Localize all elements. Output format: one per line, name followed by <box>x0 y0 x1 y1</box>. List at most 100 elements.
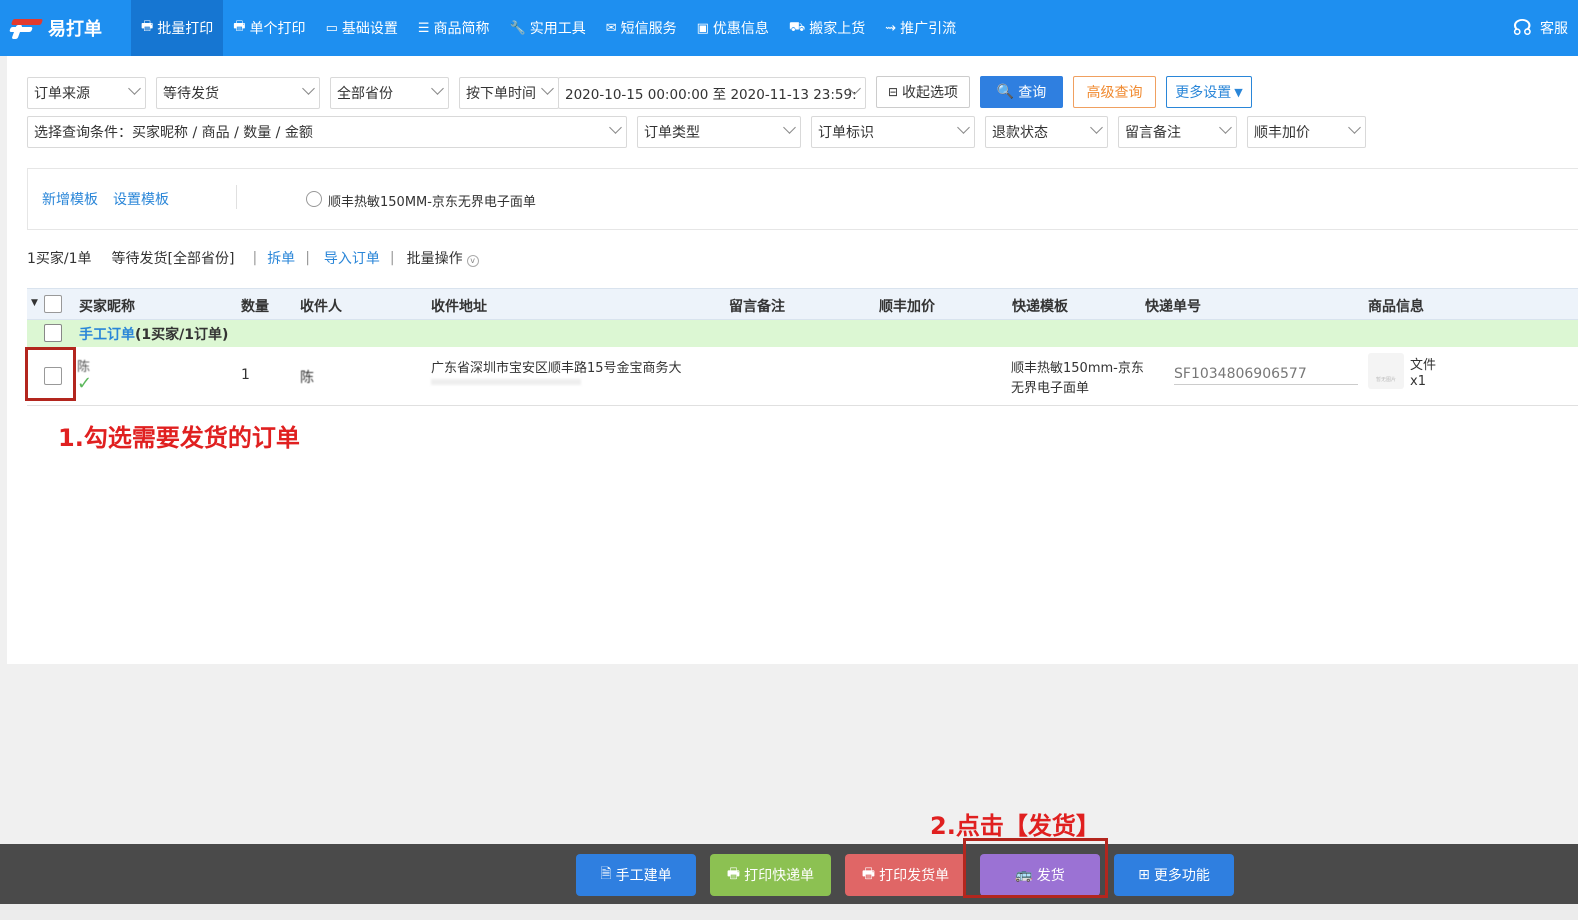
divider: | <box>389 250 395 266</box>
chevron-down-icon <box>1348 121 1361 134</box>
nav-single-print[interactable]: 🖶 单个打印 <box>223 0 315 56</box>
refund-status-select[interactable]: 退款状态 <box>985 116 1108 148</box>
col-template: 快递模板 <box>1012 299 1068 315</box>
blurred-text <box>431 379 581 385</box>
highlight-box <box>25 347 76 401</box>
split-order-link[interactable]: 拆单 <box>267 248 295 268</box>
template-box: 新增模板 设置模板 顺丰热敏150MM-京东无界电子面单 <box>27 168 1578 230</box>
col-tracking: 快递单号 <box>1145 299 1201 315</box>
template-line1: 顺丰热敏150mm-京东 <box>1011 361 1144 376</box>
nav-sms[interactable]: ✉ 短信服务 <box>596 0 687 56</box>
nav-basic-settings[interactable]: ▭ 基础设置 <box>316 0 408 56</box>
chevron-down-icon <box>302 82 315 95</box>
wrench-icon: 🔧 <box>509 20 526 36</box>
chevron-down-icon <box>957 121 970 134</box>
tracking-number-input[interactable]: SF1034806906577 <box>1174 366 1358 385</box>
divider: | <box>252 250 258 266</box>
group-row: 手工订单(1买家/1订单) <box>27 320 1578 347</box>
monitor-icon: ▭ <box>325 20 338 36</box>
nav-tools[interactable]: 🔧 实用工具 <box>500 0 596 56</box>
qty-cell: 1 <box>241 367 250 383</box>
order-source-select[interactable]: 订单来源 <box>27 77 146 109</box>
manual-order-button[interactable]: 🗎 手工建单 <box>576 854 696 896</box>
query-button[interactable]: 🔍 查询 <box>980 76 1063 108</box>
remark-select[interactable]: 留言备注 <box>1118 116 1237 148</box>
document-icon: 🗎 <box>600 866 612 882</box>
list-icon: ☰ <box>417 20 430 36</box>
nav-promo[interactable]: ▣ 优惠信息 <box>687 0 779 56</box>
advanced-query-button[interactable]: 高级查询 <box>1073 76 1156 108</box>
highlight-box <box>963 838 1108 898</box>
table-row[interactable]: 陈 ✓ 1 陈 广东省深圳市宝安区顺丰路15号金宝商务大 顺丰热敏150mm-京… <box>27 347 1578 406</box>
col-remark: 留言备注 <box>729 299 785 315</box>
chevron-down-icon <box>783 121 796 134</box>
more-settings-button[interactable]: 更多设置 ▼ <box>1166 76 1252 108</box>
step1-annotation: 1.勾选需要发货的订单 <box>58 424 300 452</box>
step2-annotation: 2.点击【发货】 <box>930 812 1100 840</box>
address-cell: 广东省深圳市宝安区顺丰路15号金宝商务大 <box>431 361 682 376</box>
sf-price-select[interactable]: 顺丰加价 <box>1247 116 1366 148</box>
chevron-down-icon <box>541 82 554 95</box>
col-goods: 商品信息 <box>1368 299 1424 315</box>
print-express-button[interactable]: 🖶 打印快递单 <box>710 854 831 896</box>
divider: | <box>305 250 310 266</box>
template-settings-link[interactable]: 设置模板 <box>113 189 169 209</box>
chevron-down-icon <box>128 82 141 95</box>
printer-icon: 🖶 <box>726 866 741 882</box>
money-icon: ▣ <box>696 20 709 36</box>
manual-order-link[interactable]: 手工订单 <box>79 327 135 343</box>
template-radio[interactable] <box>306 191 322 207</box>
print-delivery-button[interactable]: 🖶 打印发货单 <box>845 854 966 896</box>
order-summary: 1买家/1单 <box>27 251 92 267</box>
select-all-checkbox[interactable] <box>44 295 62 313</box>
app-name: 易打单 <box>48 19 102 40</box>
col-qty: 数量 <box>241 299 269 315</box>
bag-icon: ⛟ <box>788 19 806 35</box>
nav-move-goods[interactable]: ⛟ 搬家上货 <box>779 0 875 56</box>
order-type-select[interactable]: 订单类型 <box>637 116 801 148</box>
add-template-link[interactable]: 新增模板 <box>42 189 98 209</box>
import-order-link[interactable]: 导入订单 <box>324 248 380 268</box>
chevron-down-icon: v <box>466 255 479 267</box>
group-checkbox[interactable] <box>44 324 62 342</box>
condition-select[interactable]: 选择查询条件：买家昵称 / 商品 / 数量 / 金额 <box>27 116 627 148</box>
col-sf-price: 顺丰加价 <box>879 299 935 315</box>
orders-table: ▼ 买家昵称 数量 收件人 收件地址 留言备注 顺丰加价 快递模板 快递单号 商… <box>27 288 1578 406</box>
check-icon: ✓ <box>77 373 93 394</box>
status-select[interactable]: 等待发货 <box>156 77 320 109</box>
envelope-icon: ✉ <box>605 20 617 36</box>
customer-service[interactable]: ☊ 客服 <box>1512 0 1568 56</box>
nav-product-alias[interactable]: ☰ 商品简称 <box>408 0 500 56</box>
group-title: 手工订单(1买家/1订单) <box>79 324 228 344</box>
date-range-input[interactable]: 2020-10-15 00:00:00 至 2020-11-13 23:59: <box>558 77 866 109</box>
top-nav: 易打单 🖶 批量打印 🖶 单个打印 ▭ 基础设置 ☰ 商品简称 🔧 实用工具 ✉ 短信服务 … <box>0 0 1578 56</box>
goods-name: 文件 <box>1410 358 1437 373</box>
printer-icon: 🖶 <box>233 19 246 34</box>
chevron-down-icon <box>609 121 622 134</box>
minus-square-icon: ⊟ <box>887 85 899 99</box>
printer-icon: 🖶 <box>861 866 876 882</box>
plus-square-icon: ⊞ <box>1138 867 1150 883</box>
status-text: 等待发货[全部省份] <box>111 251 235 267</box>
batch-ops-dropdown[interactable]: 批量操作 v <box>407 248 479 268</box>
table-header: ▼ 买家昵称 数量 收件人 收件地址 留言备注 顺丰加价 快递模板 快递单号 商… <box>27 288 1578 320</box>
app-logo[interactable]: 易打单 <box>0 0 131 56</box>
chevron-down-icon: ▼ <box>1234 85 1243 99</box>
printer-icon: 🖶 <box>141 19 154 34</box>
logo-icon <box>8 16 44 40</box>
province-select[interactable]: 全部省份 <box>330 77 449 109</box>
template-line2: 无界电子面单 <box>1011 381 1090 396</box>
caret-down-icon[interactable]: ▼ <box>31 298 38 308</box>
time-type-select[interactable]: 按下单时间 <box>459 77 559 109</box>
receiver-cell: 陈 <box>300 370 314 386</box>
collapse-options-button[interactable]: ⊟ 收起选项 <box>876 76 970 108</box>
goods-thumbnail: 暂无图片 <box>1368 353 1404 389</box>
template-option-label: 顺丰热敏150MM-京东无界电子面单 <box>328 195 536 210</box>
nav-traffic[interactable]: ⇝ 推广引流 <box>875 0 966 56</box>
col-buyer: 买家昵称 <box>79 299 135 315</box>
goods-qty: x1 <box>1410 374 1426 389</box>
nav-batch-print[interactable]: 🖶 批量打印 <box>131 0 224 56</box>
order-flag-select[interactable]: 订单标识 <box>811 116 975 148</box>
chevron-down-icon <box>431 82 444 95</box>
more-functions-button[interactable]: ⊞ 更多功能 <box>1114 854 1234 896</box>
